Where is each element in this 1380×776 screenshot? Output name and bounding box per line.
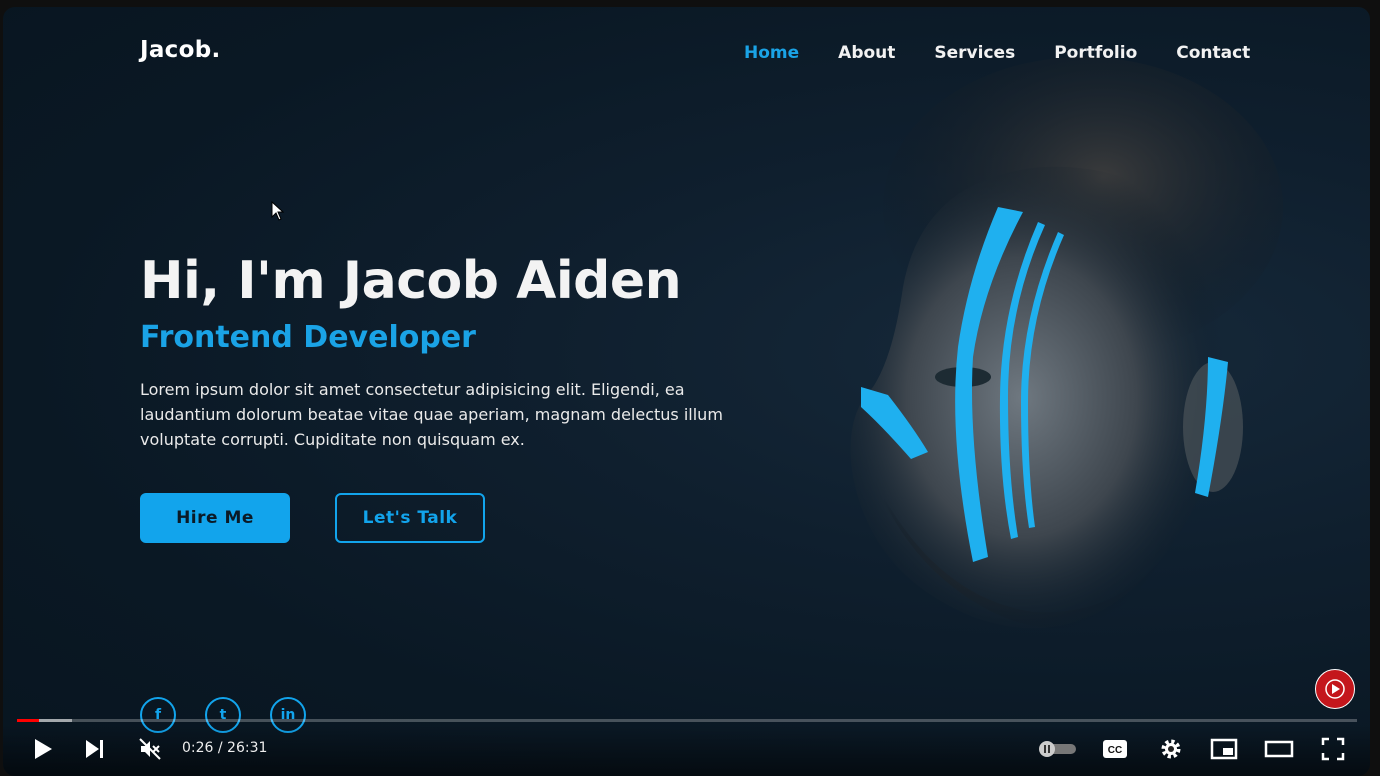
settings-gear-icon[interactable] (1157, 737, 1185, 761)
theater-mode-icon[interactable] (1263, 737, 1295, 761)
fullscreen-icon[interactable] (1319, 737, 1347, 761)
hero-title: Hi, I'm Jacob Aiden (140, 251, 682, 311)
captions-icon[interactable]: CC (1101, 737, 1129, 761)
subscribe-badge-icon[interactable] (1315, 669, 1355, 709)
muted-volume-icon[interactable] (137, 737, 163, 761)
play-icon[interactable] (31, 737, 55, 761)
miniplayer-icon[interactable] (1209, 737, 1239, 761)
portrait-image (783, 57, 1303, 697)
lets-talk-button[interactable]: Let's Talk (335, 493, 485, 543)
site-logo[interactable]: Jacob. (140, 37, 221, 63)
progress-bar[interactable] (17, 719, 1357, 722)
hero-description: Lorem ipsum dolor sit amet consectetur a… (140, 380, 723, 449)
video-frame: Jacob. Home About Services Portfolio Con… (3, 7, 1370, 776)
progress-played (17, 719, 39, 722)
hire-me-button[interactable]: Hire Me (140, 493, 290, 543)
time-display: 0:26 / 26:31 (182, 740, 268, 756)
autoplay-toggle[interactable] (1038, 737, 1078, 761)
hero-subtitle: Frontend Developer (140, 320, 476, 355)
mouse-cursor-icon (271, 200, 285, 225)
svg-text:CC: CC (1108, 745, 1122, 756)
next-icon[interactable] (83, 737, 107, 761)
